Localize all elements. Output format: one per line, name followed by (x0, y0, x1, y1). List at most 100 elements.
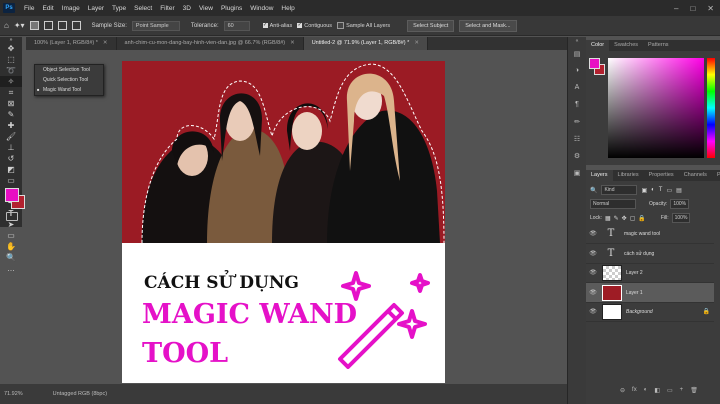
minimize-button[interactable]: – (674, 4, 678, 13)
collapse-panels-icon[interactable]: « (568, 37, 586, 45)
menu-plugins[interactable]: Plugins (217, 5, 246, 12)
rectangle-tool-icon[interactable]: ▭ (0, 230, 22, 241)
history-brush-icon[interactable]: ↺ (0, 153, 22, 164)
tab-document-1[interactable]: 100% (Layer 1, RGB/8#) * ✕ (26, 37, 117, 50)
menu-help[interactable]: Help (277, 5, 298, 12)
tab-document-2[interactable]: anh-chim-cu-mon-dang-bay-hinh-vien-dan.j… (117, 37, 304, 50)
adjustments-panel-icon[interactable]: ◑ (568, 62, 586, 79)
brush-settings-icon[interactable]: ✏ (568, 113, 586, 130)
brush-tool-icon[interactable]: 🖌 (0, 131, 22, 142)
zoom-tool-icon[interactable]: 🔍 (0, 252, 22, 263)
new-selection-icon[interactable] (29, 21, 39, 30)
maximize-button[interactable]: □ (690, 4, 695, 13)
eyedropper-tool-icon[interactable]: ✎ (0, 109, 22, 120)
clone-stamp-icon[interactable]: ⊥ (0, 142, 22, 153)
subtract-selection-icon[interactable] (57, 21, 67, 30)
filter-type-icon[interactable]: T (659, 187, 663, 193)
visibility-eye-icon[interactable]: 👁 (586, 289, 600, 296)
tab-layers[interactable]: Layers (586, 170, 613, 181)
lock-artboard-icon[interactable]: ▢ (630, 215, 636, 222)
properties-panel-icon[interactable]: ☷ (568, 130, 586, 147)
layer-row-cach-su-dung[interactable]: 👁 T cách sử dụng (586, 244, 714, 264)
fill-input[interactable]: 100% (671, 213, 691, 223)
quick-selection-tool-item[interactable]: Quick Selection Tool (35, 75, 103, 85)
menu-filter[interactable]: Filter (156, 5, 178, 12)
tab-document-3[interactable]: Untitled-2 @ 71.9% (Layer 1, RGB/8#) * ✕ (303, 37, 428, 50)
new-group-icon[interactable]: ▭ (667, 387, 673, 394)
foreground-color-swatch[interactable] (5, 188, 19, 202)
home-icon[interactable]: ⌂ (4, 21, 9, 30)
close-window-button[interactable]: ✕ (707, 4, 714, 13)
marquee-tool-icon[interactable]: ⬚ (0, 54, 22, 65)
tab-color[interactable]: Color (586, 40, 610, 51)
filter-adjustment-icon[interactable]: ◐ (651, 187, 655, 193)
menu-layer[interactable]: Layer (84, 5, 108, 12)
visibility-eye-icon[interactable]: 👁 (586, 269, 600, 276)
gradient-tool-icon[interactable]: ▭ (0, 175, 22, 186)
opacity-input[interactable]: 100% (670, 199, 690, 209)
filter-shape-icon[interactable]: ▭ (666, 187, 672, 194)
styles-panel-icon[interactable]: ⚙ (568, 147, 586, 164)
magic-wand-tool-item[interactable]: Magic Wand Tool (35, 85, 103, 95)
hue-slider[interactable] (707, 58, 715, 158)
tolerance-input[interactable]: 60 (223, 20, 250, 31)
sample-size-select[interactable]: Point Sample (131, 20, 180, 31)
character-panel-icon[interactable]: A (568, 79, 586, 96)
layer-filter-kind-select[interactable]: Kind (601, 185, 638, 195)
visibility-eye-icon[interactable]: 👁 (586, 230, 600, 237)
visibility-eye-icon[interactable]: 👁 (586, 250, 600, 257)
paragraph-panel-icon[interactable]: ¶ (568, 96, 586, 113)
menu-type[interactable]: Type (108, 5, 130, 12)
tab-properties[interactable]: Properties (644, 170, 679, 181)
libraries-panel-icon[interactable]: ▣ (568, 164, 586, 181)
visibility-eye-icon[interactable]: 👁 (586, 308, 600, 315)
lock-image-icon[interactable]: ✎ (614, 215, 619, 222)
tab-swatches[interactable]: Swatches (609, 40, 643, 51)
menu-edit[interactable]: Edit (38, 5, 57, 12)
layer-row-layer-1[interactable]: 👁 Layer 1 (586, 283, 714, 303)
intersect-selection-icon[interactable] (71, 21, 81, 30)
color-profile[interactable]: Untagged RGB (8bpc) (53, 391, 107, 397)
tab-paths[interactable]: Paths (712, 170, 720, 181)
tab-channels[interactable]: Channels (679, 170, 712, 181)
move-tool-icon[interactable]: ✥ (0, 43, 22, 54)
contiguous-checkbox[interactable]: ✓ Contiguous (297, 23, 332, 29)
hand-tool-icon[interactable]: ✋ (0, 241, 22, 252)
new-layer-icon[interactable]: + (680, 387, 684, 393)
quick-mask-icon[interactable] (6, 212, 18, 221)
crop-tool-icon[interactable]: ⌗ (0, 87, 22, 98)
layer-style-fx-icon[interactable]: fx (632, 387, 637, 393)
more-tools-icon[interactable]: … (0, 263, 22, 274)
menu-window[interactable]: Window (246, 5, 277, 12)
tab-libraries[interactable]: Libraries (613, 170, 644, 181)
magic-wand-tool-preset-icon[interactable]: ✦▾ (14, 21, 25, 30)
close-tab-icon[interactable]: ✕ (103, 40, 108, 46)
close-tab-icon[interactable]: ✕ (290, 40, 295, 46)
history-panel-icon[interactable]: ▤ (568, 45, 586, 62)
anti-alias-checkbox[interactable]: ✓ Anti-alias (262, 23, 292, 29)
menu-file[interactable]: File (20, 5, 38, 12)
layer-row-layer-2[interactable]: 👁 Layer 2 (586, 263, 714, 283)
object-selection-tool-item[interactable]: Object Selection Tool (35, 65, 103, 75)
delete-layer-icon[interactable]: 🗑 (690, 387, 698, 394)
menu-image[interactable]: Image (58, 5, 84, 12)
add-mask-icon[interactable]: ◐ (644, 387, 648, 393)
menu-view[interactable]: View (195, 5, 217, 12)
menu-select[interactable]: Select (130, 5, 156, 12)
filter-smart-object-icon[interactable]: ▤ (676, 187, 682, 194)
link-layers-icon[interactable]: ⊖ (620, 387, 625, 394)
layer-row-background[interactable]: 👁 Background 🔒 (586, 302, 714, 322)
magic-wand-tool-icon[interactable]: ✧ (0, 76, 22, 87)
lock-all-icon[interactable]: 🔒 (638, 215, 645, 222)
frame-tool-icon[interactable]: ⊠ (0, 98, 22, 109)
eraser-tool-icon[interactable]: ◩ (0, 164, 22, 175)
layer-row-magic-wand-tool[interactable]: 👁 T magic wand tool (586, 224, 714, 244)
healing-brush-icon[interactable]: ✚ (0, 120, 22, 131)
blend-mode-select[interactable]: Normal (590, 199, 636, 209)
document-canvas[interactable]: CÁCH SỬ DỤNG MAGIC WAND TOOL (122, 61, 445, 383)
add-to-selection-icon[interactable] (43, 21, 53, 30)
menu-3d[interactable]: 3D (179, 5, 195, 12)
filter-pixel-icon[interactable]: ▣ (641, 187, 647, 194)
photoshop-logo[interactable]: Ps (3, 3, 15, 13)
adjustment-layer-icon[interactable]: ◧ (654, 387, 660, 394)
